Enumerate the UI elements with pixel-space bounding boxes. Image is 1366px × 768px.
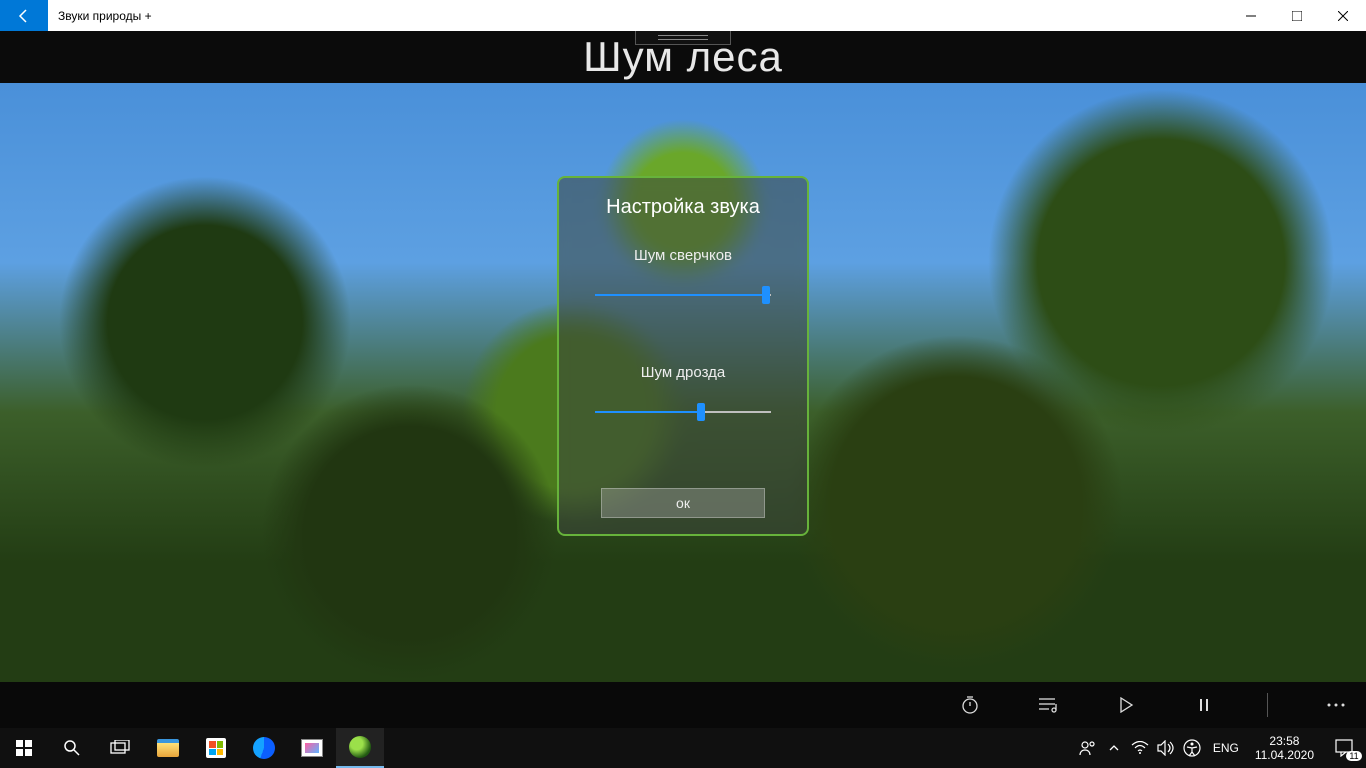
- back-button[interactable]: [0, 0, 48, 31]
- playlist-icon[interactable]: [1033, 690, 1063, 720]
- more-icon[interactable]: [1316, 690, 1356, 720]
- volume-icon[interactable]: [1153, 728, 1179, 768]
- nature-sounds-app-button[interactable]: [336, 728, 384, 768]
- paint-button[interactable]: [288, 728, 336, 768]
- notification-badge: 11: [1346, 751, 1361, 761]
- clock-date: 11.04.2020: [1255, 748, 1314, 762]
- edge-icon: [253, 737, 275, 759]
- sound-control-2: Шум дрозда: [583, 364, 783, 421]
- slider-thumb[interactable]: [762, 286, 770, 304]
- edge-button[interactable]: [240, 728, 288, 768]
- pause-icon[interactable]: [1189, 690, 1219, 720]
- wifi-icon[interactable]: [1127, 728, 1153, 768]
- sound-label: Шум сверчков: [583, 247, 783, 264]
- clock-time: 23:58: [1255, 734, 1314, 748]
- play-icon[interactable]: [1111, 690, 1141, 720]
- close-button[interactable]: [1320, 0, 1366, 31]
- ok-button[interactable]: ок: [601, 488, 765, 518]
- taskbar-left: [0, 728, 384, 768]
- minimize-button[interactable]: [1228, 0, 1274, 31]
- dialog-title: Настройка звука: [606, 196, 760, 219]
- file-explorer-button[interactable]: [144, 728, 192, 768]
- language-indicator[interactable]: ENG: [1205, 741, 1247, 755]
- task-view-button[interactable]: [96, 728, 144, 768]
- slider-fill: [595, 294, 766, 296]
- app-icon: [349, 736, 371, 758]
- taskbar: ENG 23:58 11.04.2020 11: [0, 728, 1366, 768]
- window-controls: [1228, 0, 1366, 31]
- sound-control-1: Шум сверчков: [583, 247, 783, 304]
- timer-icon[interactable]: [955, 690, 985, 720]
- volume-slider-thrush[interactable]: [595, 403, 771, 421]
- header-strip: Шум леса: [0, 31, 1366, 83]
- app-area: Шум леса Настройка звука Шум сверчков Шу…: [0, 31, 1366, 728]
- sound-settings-dialog: Настройка звука Шум сверчков Шум дрозда …: [557, 176, 809, 536]
- player-controls-bar: [0, 682, 1366, 728]
- sound-label: Шум дрозда: [583, 364, 783, 381]
- taskbar-right: ENG 23:58 11.04.2020 11: [1075, 728, 1366, 768]
- store-icon: [206, 738, 226, 758]
- separator: [1267, 693, 1268, 717]
- volume-slider-crickets[interactable]: [595, 286, 771, 304]
- action-center-button[interactable]: 11: [1322, 728, 1366, 768]
- microsoft-store-button[interactable]: [192, 728, 240, 768]
- ease-of-access-icon[interactable]: [1179, 728, 1205, 768]
- search-button[interactable]: [48, 728, 96, 768]
- tray-chevron-icon[interactable]: [1101, 728, 1127, 768]
- clock[interactable]: 23:58 11.04.2020: [1247, 734, 1322, 763]
- paint-icon: [301, 739, 323, 757]
- slider-fill: [595, 411, 701, 413]
- start-button[interactable]: [0, 728, 48, 768]
- file-explorer-icon: [157, 739, 179, 757]
- people-icon[interactable]: [1075, 728, 1101, 768]
- app-title: Звуки природы +: [58, 9, 1228, 23]
- maximize-button[interactable]: [1274, 0, 1320, 31]
- slider-thumb[interactable]: [697, 403, 705, 421]
- drag-handle-icon[interactable]: [635, 31, 731, 45]
- window-titlebar: Звуки природы +: [0, 0, 1366, 31]
